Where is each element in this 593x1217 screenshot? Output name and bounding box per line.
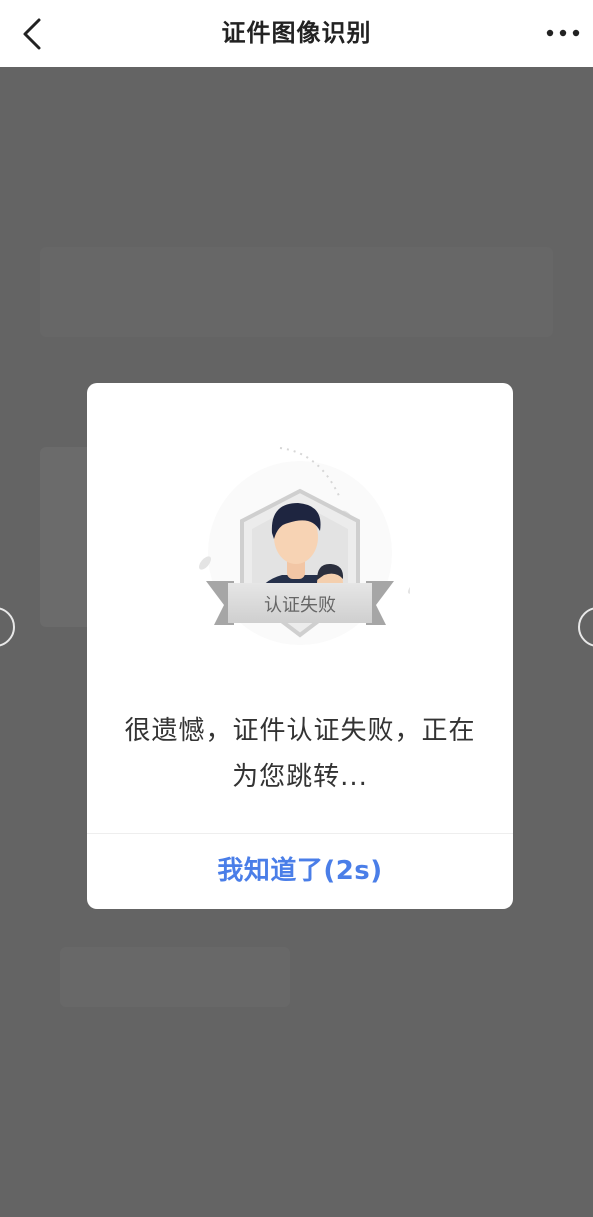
page-title: 证件图像识别 [221,19,372,47]
badge-label: 认证失败 [264,595,336,616]
more-dots-icon [546,29,580,37]
verification-failed-illustration: 认证失败 [199,447,410,645]
more-button[interactable] [543,18,583,48]
verification-failed-dialog: 认证失败 很遗憾，证件认证失败，正在为您跳转... 我知道了(2s) [87,383,513,909]
dialog-message: 很遗憾，证件认证失败，正在为您跳转... [124,716,476,792]
navigation-bar: 证件图像识别 [0,0,593,67]
id-image-recognition-screen: 证件图像识别 认证失败 很遗憾，证件认证失败，正在为您跳转... 我知道了(2s… [0,0,593,1217]
acknowledge-button[interactable]: 我知道了(2s) [87,834,513,909]
